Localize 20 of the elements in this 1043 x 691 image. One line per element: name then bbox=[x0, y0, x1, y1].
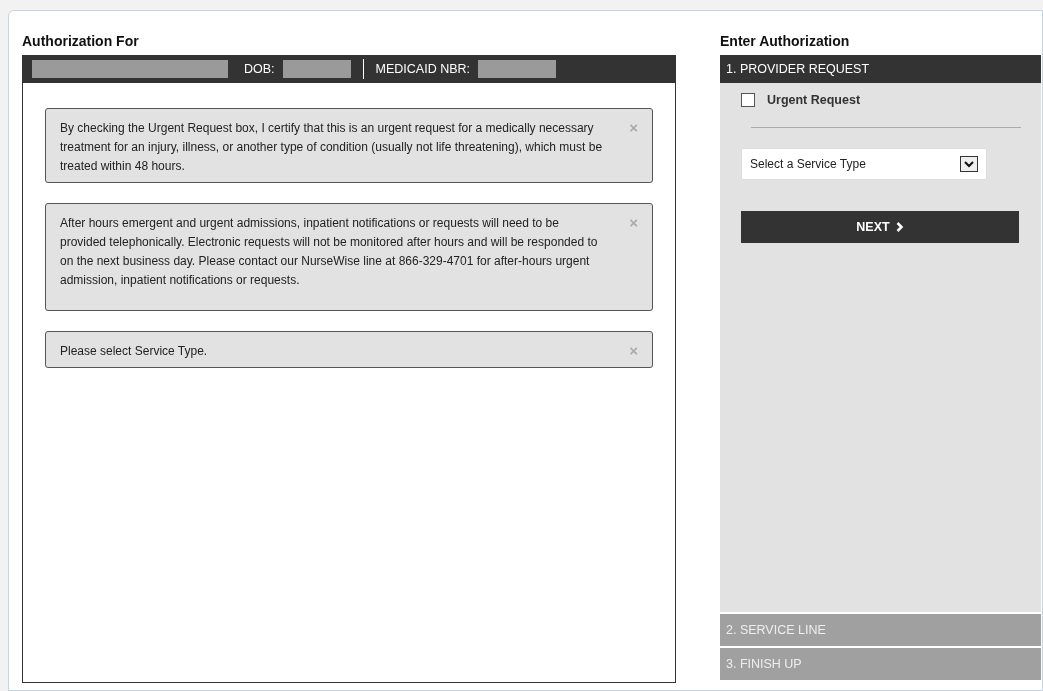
close-button[interactable]: × bbox=[629, 214, 638, 232]
chevron-right-icon bbox=[895, 222, 904, 232]
close-button[interactable]: × bbox=[629, 119, 638, 137]
alert-text: Please select Service Type. bbox=[60, 343, 209, 360]
dob-label: DOB: bbox=[244, 62, 275, 76]
alert-text: After hours emergent and urgent admissions, inpatient notifications or requests will need to be provided telephonically. Electronic requests will not be monitored after hours and will be responded to on the next business day. Please contact our NurseWise line at 866-329-4701 for after-hours urgent admission, inpatient notifications or requests. bbox=[60, 215, 599, 289]
next-button[interactable]: NEXT bbox=[741, 211, 1019, 243]
chevron-down-icon bbox=[960, 156, 978, 172]
checkbox-label: Urgent Request bbox=[767, 93, 861, 107]
close-button[interactable]: × bbox=[629, 342, 638, 360]
medicaid-label: MEDICAID NBR: bbox=[375, 62, 470, 76]
section-title: Enter Authorization bbox=[720, 33, 851, 49]
step-tab[interactable]: 1. PROVIDER REQUEST bbox=[720, 55, 1041, 83]
step-tab[interactable]: 2. SERVICE LINE bbox=[720, 614, 1041, 646]
section-title: Authorization For bbox=[22, 33, 140, 49]
step-tab[interactable]: 3. FINISH UP bbox=[720, 648, 1041, 680]
checkbox[interactable] bbox=[741, 93, 755, 107]
alert-text: By checking the Urgent Request box, I certify that this is an urgent request for a medically necessary treatment for an injury, illness, or another type of condition (usually not life threatening), which must be treated within 48 hours. bbox=[60, 120, 604, 175]
redacted-dob bbox=[282, 60, 351, 78]
service-type-dropdown[interactable]: Select a Service Type bbox=[741, 148, 987, 180]
